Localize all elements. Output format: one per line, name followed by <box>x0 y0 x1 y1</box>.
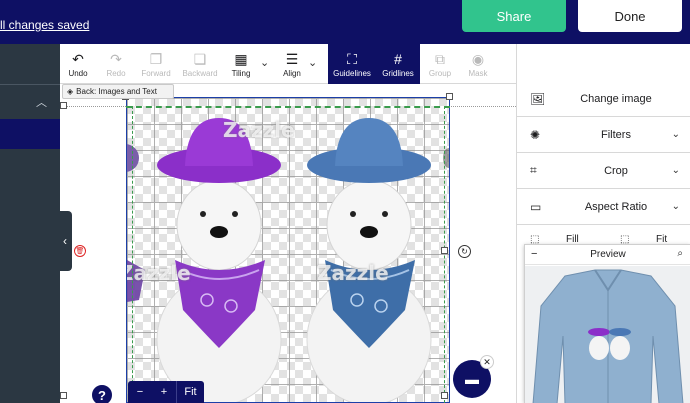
resize-handle[interactable] <box>441 247 448 254</box>
zoom-out-button[interactable]: − <box>128 381 152 403</box>
crop-button[interactable]: ⌗ Crop ⌄ <box>516 153 690 189</box>
zoom-controls: − + Fit <box>128 381 204 403</box>
chevron-down-icon: ⌄ <box>671 201 680 212</box>
backward-button[interactable]: ❏ Backward <box>178 44 222 84</box>
safe-area-guide <box>126 106 450 108</box>
dog2-eye-left <box>350 211 356 217</box>
collapse-up-icon[interactable]: ︿ <box>36 94 47 110</box>
share-button[interactable]: Share <box>462 0 566 32</box>
back-label: Back: Images and Text <box>76 87 157 96</box>
image-icon: 🖼 <box>530 91 546 106</box>
dogs-image[interactable] <box>127 110 450 402</box>
rotate-icon[interactable]: ↻ <box>458 245 471 258</box>
safe-area-guide <box>444 106 445 403</box>
aspect-ratio-button[interactable]: ▭ Aspect Ratio ⌄ <box>516 189 690 225</box>
preview-image <box>525 266 690 403</box>
close-icon[interactable]: ✕ <box>480 355 494 369</box>
preview-panel: − Preview ⌕ <box>524 244 690 403</box>
undo-button[interactable]: ↶ Undo <box>60 44 96 84</box>
guidelines-icon: ⛶ <box>347 50 357 67</box>
redo-button[interactable]: ↷ Redo <box>98 44 134 84</box>
chat-bubble-icon: ▬ <box>465 371 479 387</box>
group-button[interactable]: ⧉ Group <box>422 44 458 84</box>
chevron-down-icon: ⌄ <box>671 165 680 176</box>
tiling-icon: ▦ <box>234 50 248 67</box>
resize-handle[interactable] <box>60 392 67 399</box>
watermark-text: Zazzle <box>317 261 389 285</box>
dog2-nose <box>360 226 378 238</box>
mask-button[interactable]: ◉ Mask <box>460 44 496 84</box>
preview-title: Preview <box>590 249 626 260</box>
watermark-text: Zazzle <box>223 118 295 142</box>
resize-handle[interactable] <box>60 102 67 109</box>
preview-header: − Preview ⌕ <box>525 245 690 265</box>
align-icon: ☰ <box>285 50 299 67</box>
chevron-left-icon: ‹ <box>63 234 67 248</box>
panel-collapse-tab[interactable]: ‹ <box>58 211 72 271</box>
tiling-button[interactable]: ▦ Tiling <box>224 44 258 84</box>
bring-forward-icon: ❐ <box>149 50 163 67</box>
crop-icon: ⌗ <box>530 163 537 177</box>
toolbar: ↶ Undo ↷ Redo ❐ Forward ❏ Backward ▦ Til… <box>60 44 516 84</box>
design-area[interactable]: Zazzle Zazzle Zazzle <box>126 97 450 403</box>
layers-icon: ◈ <box>67 87 74 96</box>
denim-jacket-image <box>532 269 684 403</box>
align-button[interactable]: ☰ Align <box>276 44 308 84</box>
partial-hat <box>127 144 139 172</box>
zoom-in-button[interactable]: + <box>152 381 176 403</box>
dog2-hat-crown <box>335 118 403 166</box>
aperture-icon: ✺ <box>530 127 541 142</box>
back-images-text-button[interactable]: ◈ Back: Images and Text <box>62 84 174 99</box>
dog1-head <box>176 179 262 271</box>
help-button[interactable]: ? <box>90 383 114 403</box>
dog2-eye-right <box>382 211 388 217</box>
dog1-eye-left <box>200 211 206 217</box>
save-status-link[interactable]: ll changes saved <box>0 18 89 32</box>
aspect-ratio-icon: ▭ <box>530 199 542 214</box>
search-icon[interactable]: ⌕ <box>677 248 683 259</box>
mask-icon: ◉ <box>471 50 485 67</box>
delete-icon[interactable]: 🗑 <box>74 245 86 257</box>
gridlines-icon: # <box>394 50 402 67</box>
preview-minimize-button[interactable]: − <box>531 248 537 260</box>
send-backward-icon: ❏ <box>193 50 207 67</box>
gridlines-button[interactable]: # Gridlines <box>376 44 420 84</box>
undo-icon: ↶ <box>72 50 84 67</box>
left-panel-selected-item[interactable] <box>0 119 60 149</box>
dog1-eye-right <box>232 211 238 217</box>
group-icon: ⧉ <box>435 50 445 67</box>
zoom-fit-button[interactable]: Fit <box>176 381 204 403</box>
safe-area-guide <box>132 106 133 403</box>
resize-handle[interactable] <box>441 392 448 399</box>
change-image-button[interactable]: 🖼 Change image <box>516 81 690 117</box>
filters-button[interactable]: ✺ Filters ⌄ <box>516 117 690 153</box>
dog1-nose <box>210 226 228 238</box>
done-button[interactable]: Done <box>578 0 682 32</box>
left-panel-section[interactable] <box>0 84 60 119</box>
tiling-chevron-down-icon[interactable]: ⌄ <box>260 56 269 69</box>
resize-handle[interactable] <box>446 93 453 100</box>
chevron-down-icon: ⌄ <box>671 129 680 140</box>
align-chevron-down-icon[interactable]: ⌄ <box>308 56 317 69</box>
redo-icon: ↷ <box>110 50 122 67</box>
dog2-head <box>326 179 412 271</box>
forward-button[interactable]: ❐ Forward <box>136 44 176 84</box>
guidelines-button[interactable]: ⛶ Guidelines <box>328 44 376 84</box>
watermark-text: Zazzle <box>126 261 191 285</box>
